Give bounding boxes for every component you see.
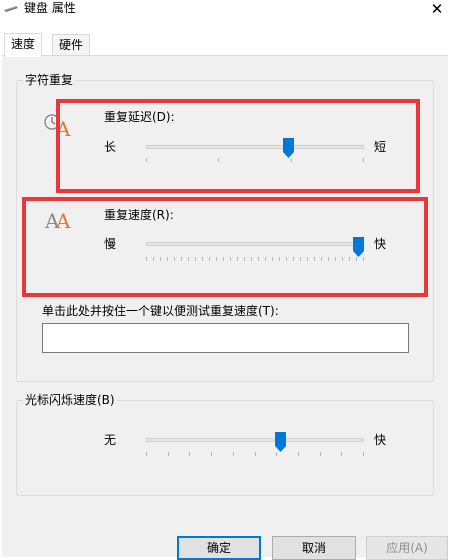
apply-button[interactable]: 应用(A)	[366, 536, 448, 560]
slider-tick	[314, 257, 315, 261]
slider-tick	[146, 257, 147, 261]
slider-tick	[279, 257, 280, 261]
repeat-delay-label: 重复延迟(D):	[104, 110, 175, 124]
slider-tick	[258, 257, 259, 261]
cursor-blink-slider-track[interactable]	[146, 438, 364, 442]
delay-min-label: 长	[104, 140, 117, 154]
tab-hardware[interactable]: 硬件	[52, 34, 91, 56]
slider-tick	[202, 257, 203, 261]
cursor-blink-group: 光标闪烁速度(B)	[16, 393, 434, 496]
rate-max-label: 快	[374, 237, 387, 251]
slider-tick	[218, 158, 219, 162]
slider-tick	[286, 257, 287, 261]
repeat-delay-slider-thumb[interactable]	[283, 138, 294, 158]
cursor-blink-ticks	[146, 452, 364, 456]
slider-tick	[321, 257, 322, 261]
slider-tick	[356, 257, 357, 261]
slider-tick	[216, 257, 217, 261]
slider-tick	[251, 257, 252, 261]
slider-tick	[209, 257, 210, 261]
slider-tick	[328, 257, 329, 261]
group-label: 字符重复	[23, 73, 76, 87]
tab-label: 硬件	[59, 38, 84, 52]
cancel-button[interactable]: 取消	[272, 536, 356, 560]
slider-tick	[230, 257, 231, 261]
slider-tick	[349, 257, 350, 261]
delay-max-label: 短	[374, 140, 387, 154]
slider-tick	[300, 257, 301, 261]
slider-tick	[211, 452, 212, 456]
slider-tick	[146, 158, 147, 162]
slider-tick	[160, 257, 161, 261]
title-bar: 键盘 属性 ✕	[0, 0, 450, 18]
highlight-box-rate	[22, 197, 428, 297]
cursor-blink-slider-thumb[interactable]	[275, 432, 286, 452]
slider-tick	[363, 452, 364, 456]
slider-tick	[168, 452, 169, 456]
slider-tick	[363, 257, 364, 261]
slider-tick	[167, 257, 168, 261]
slider-tick	[276, 452, 277, 456]
cancel-button-label: 取消	[301, 541, 326, 555]
slider-tick	[272, 257, 273, 261]
repeat-rate-ticks	[146, 257, 364, 261]
slider-tick	[174, 257, 175, 261]
window-title: 键盘 属性	[24, 1, 76, 15]
slider-tick	[298, 452, 299, 456]
slider-tick	[181, 257, 182, 261]
slider-tick	[265, 257, 266, 261]
slider-tick	[341, 452, 342, 456]
ok-button[interactable]: 确定	[177, 536, 261, 560]
rate-min-label: 慢	[104, 237, 117, 251]
slider-tick	[153, 257, 154, 261]
close-icon: ✕	[430, 0, 444, 18]
test-area-label: 单击此处并按住一个键以便测试重复速度(T):	[42, 304, 279, 318]
repeat-delay-slider-track[interactable]	[146, 145, 364, 149]
blink-max-label: 快	[374, 433, 387, 447]
slider-tick	[195, 257, 196, 261]
slider-tick	[307, 257, 308, 261]
repeat-rate-slider-thumb[interactable]	[353, 237, 364, 257]
slider-tick	[342, 257, 343, 261]
close-button[interactable]: ✕	[424, 0, 450, 18]
tab-label: 速度	[11, 37, 36, 51]
ok-button-label: 确定	[206, 541, 231, 555]
slider-tick	[293, 257, 294, 261]
blink-min-label: 无	[104, 433, 117, 447]
repeat-test-input[interactable]	[42, 323, 409, 353]
group-label: 光标闪烁速度(B)	[23, 393, 117, 407]
slider-tick	[188, 257, 189, 261]
repeat-rate-slider-track[interactable]	[146, 242, 364, 246]
repeat-delay-ticks	[146, 158, 364, 162]
slider-tick	[237, 257, 238, 261]
slider-tick	[244, 257, 245, 261]
slider-tick	[363, 158, 364, 162]
slider-tick	[291, 158, 292, 162]
slider-tick	[255, 452, 256, 456]
slider-tick	[335, 257, 336, 261]
repeat-rate-label: 重复速度(R):	[104, 208, 174, 222]
keyboard-icon	[4, 3, 18, 13]
slider-tick	[320, 452, 321, 456]
slider-tick	[146, 452, 147, 456]
slider-tick	[189, 452, 190, 456]
slider-tick	[233, 452, 234, 456]
apply-button-label: 应用(A)	[386, 541, 428, 555]
tab-speed[interactable]: 速度	[4, 33, 43, 57]
slider-tick	[223, 257, 224, 261]
